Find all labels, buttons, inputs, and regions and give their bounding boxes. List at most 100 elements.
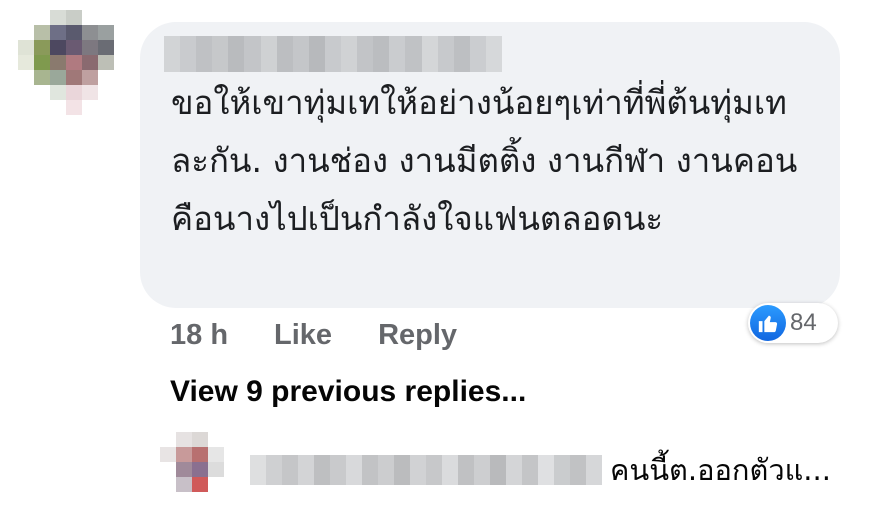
name-blur-pixel [426,455,442,485]
avatar-pixel [82,85,98,100]
commenter-avatar[interactable] [18,10,130,130]
name-blur-pixel [308,36,325,72]
avatar-pixel [18,115,34,130]
name-blur-pixel [394,455,410,485]
name-blur-pixel [490,455,506,485]
name-blur-pixel [474,455,490,485]
reply-avatar[interactable] [160,432,240,507]
name-blur-pixel [282,455,298,485]
avatar-pixel [66,100,82,115]
avatar-pixel [114,40,130,55]
like-button[interactable]: Like [274,319,332,352]
avatar-pixel [114,100,130,115]
avatar-pixel [50,10,66,25]
commenter-name-blurred[interactable] [164,36,502,72]
avatar-pixel [176,477,192,492]
avatar-pixel [50,55,66,70]
avatar-pixel [98,55,114,70]
name-blur-pixel [196,36,213,72]
avatar-pixel [208,447,224,462]
avatar-pixel [224,432,240,447]
avatar-pixel [176,447,192,462]
reply-preview-text: คนนี้ต.ออกตัวแ... [610,453,831,487]
avatar-pixel [114,85,130,100]
avatar-pixel [176,432,192,447]
avatar-pixel [208,462,224,477]
avatar-pixel [114,115,130,130]
avatar-pixel [34,85,50,100]
avatar-pixel [114,70,130,85]
name-blur-pixel [378,455,394,485]
reactions-badge[interactable]: 84 [748,303,838,343]
comment-text: ขอให้เขาทุ่มเทให้อย่างน้อยๆเท่าที่พี่ต้น… [171,83,798,238]
like-icon [750,305,786,341]
comment-timestamp[interactable]: 18 h [170,319,228,352]
avatar-pixel [176,492,192,507]
avatar-pixel [82,40,98,55]
avatar-pixel [66,25,82,40]
avatar-pixel [82,100,98,115]
avatar-pixel [82,115,98,130]
avatar-pixel [208,432,224,447]
avatar-pixel [18,10,34,25]
avatar-pixel [50,25,66,40]
view-previous-replies-link[interactable]: View 9 previous replies... [170,375,526,409]
avatar-pixel [224,447,240,462]
avatar-pixel [82,70,98,85]
name-blur-pixel [346,455,362,485]
name-blur-pixel [538,455,554,485]
name-blur-pixel [330,455,346,485]
avatar-pixel [192,477,208,492]
name-blur-pixel [357,36,374,72]
name-blur-pixel [442,455,458,485]
avatar-pixel [160,462,176,477]
reply-button[interactable]: Reply [378,319,457,352]
avatar-pixel [66,115,82,130]
avatar-pixel [82,10,98,25]
avatar-pixel [192,492,208,507]
comment-bubble: ขอให้เขาทุ่มเทให้อย่างน้อยๆเท่าที่พี่ต้น… [140,22,840,308]
name-blur-pixel [421,36,438,72]
avatar-pixel [192,432,208,447]
reply-author-blurred[interactable] [250,455,602,485]
avatar-pixel [34,100,50,115]
name-blur-pixel [341,36,358,72]
name-blur-pixel [453,36,470,72]
avatar-pixel [224,462,240,477]
avatar-pixel [208,477,224,492]
name-blur-pixel [410,455,426,485]
avatar-pixel [176,462,192,477]
avatar-pixel [50,85,66,100]
avatar-pixel [66,55,82,70]
avatar-pixel [34,70,50,85]
avatar-pixel [18,85,34,100]
avatar-pixel [114,55,130,70]
name-blur-pixel [228,36,245,72]
avatar-pixel [34,25,50,40]
avatar-pixel [18,70,34,85]
name-blur-pixel [244,36,261,72]
name-blur-pixel [266,455,282,485]
avatar-pixel [160,477,176,492]
reply-preview[interactable]: คนนี้ต.ออกตัวแ... [250,448,831,492]
name-blur-pixel [554,455,570,485]
name-blur-pixel [469,36,486,72]
avatar-pixel [34,55,50,70]
name-blur-pixel [180,36,197,72]
avatar-pixel [66,70,82,85]
avatar-pixel [50,100,66,115]
name-blur-pixel [276,36,293,72]
name-blur-pixel [373,36,390,72]
avatar-pixel [192,462,208,477]
avatar-pixel [160,447,176,462]
avatar-pixel [98,85,114,100]
name-blur-pixel [260,36,277,72]
name-blur-pixel [570,455,586,485]
reaction-count: 84 [790,309,817,336]
name-blur-pixel [506,455,522,485]
avatar-pixel [192,447,208,462]
avatar-pixel [160,492,176,507]
avatar-pixel [98,40,114,55]
avatar-pixel [34,115,50,130]
name-blur-pixel [458,455,474,485]
